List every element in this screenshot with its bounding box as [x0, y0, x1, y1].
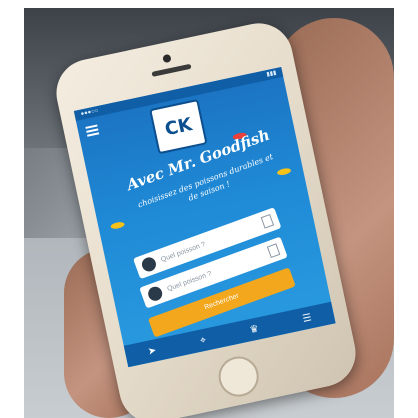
earpiece-speaker: [151, 63, 192, 77]
menu-icon[interactable]: [85, 124, 100, 138]
field-end-icon: [260, 213, 275, 229]
app-logo: CK: [149, 98, 208, 155]
search-field-location-text: Quel poisson ?: [166, 270, 213, 293]
yellow-fish-icon: [110, 221, 126, 230]
field-end-icon-2: [266, 243, 281, 258]
list-icon[interactable]: ☰: [301, 312, 312, 325]
front-camera: [162, 53, 172, 64]
chef-hat-icon[interactable]: ♛: [249, 323, 260, 336]
photo: ●●●○○ ▮▮▮ CK Avec Mr. Goodfish choisisse…: [24, 8, 394, 418]
search-field-fish-text: Quel poisson ?: [159, 240, 207, 264]
home-button[interactable]: [214, 352, 263, 401]
location-search-icon: [146, 284, 165, 303]
location-icon[interactable]: ⌖: [199, 334, 207, 346]
phone-screen: ●●●○○ ▮▮▮ CK Avec Mr. Goodfish choisisse…: [73, 66, 336, 368]
logo-text: CK: [162, 113, 194, 140]
fish-icon[interactable]: ➤: [147, 345, 157, 358]
fish-search-icon: [139, 255, 158, 274]
